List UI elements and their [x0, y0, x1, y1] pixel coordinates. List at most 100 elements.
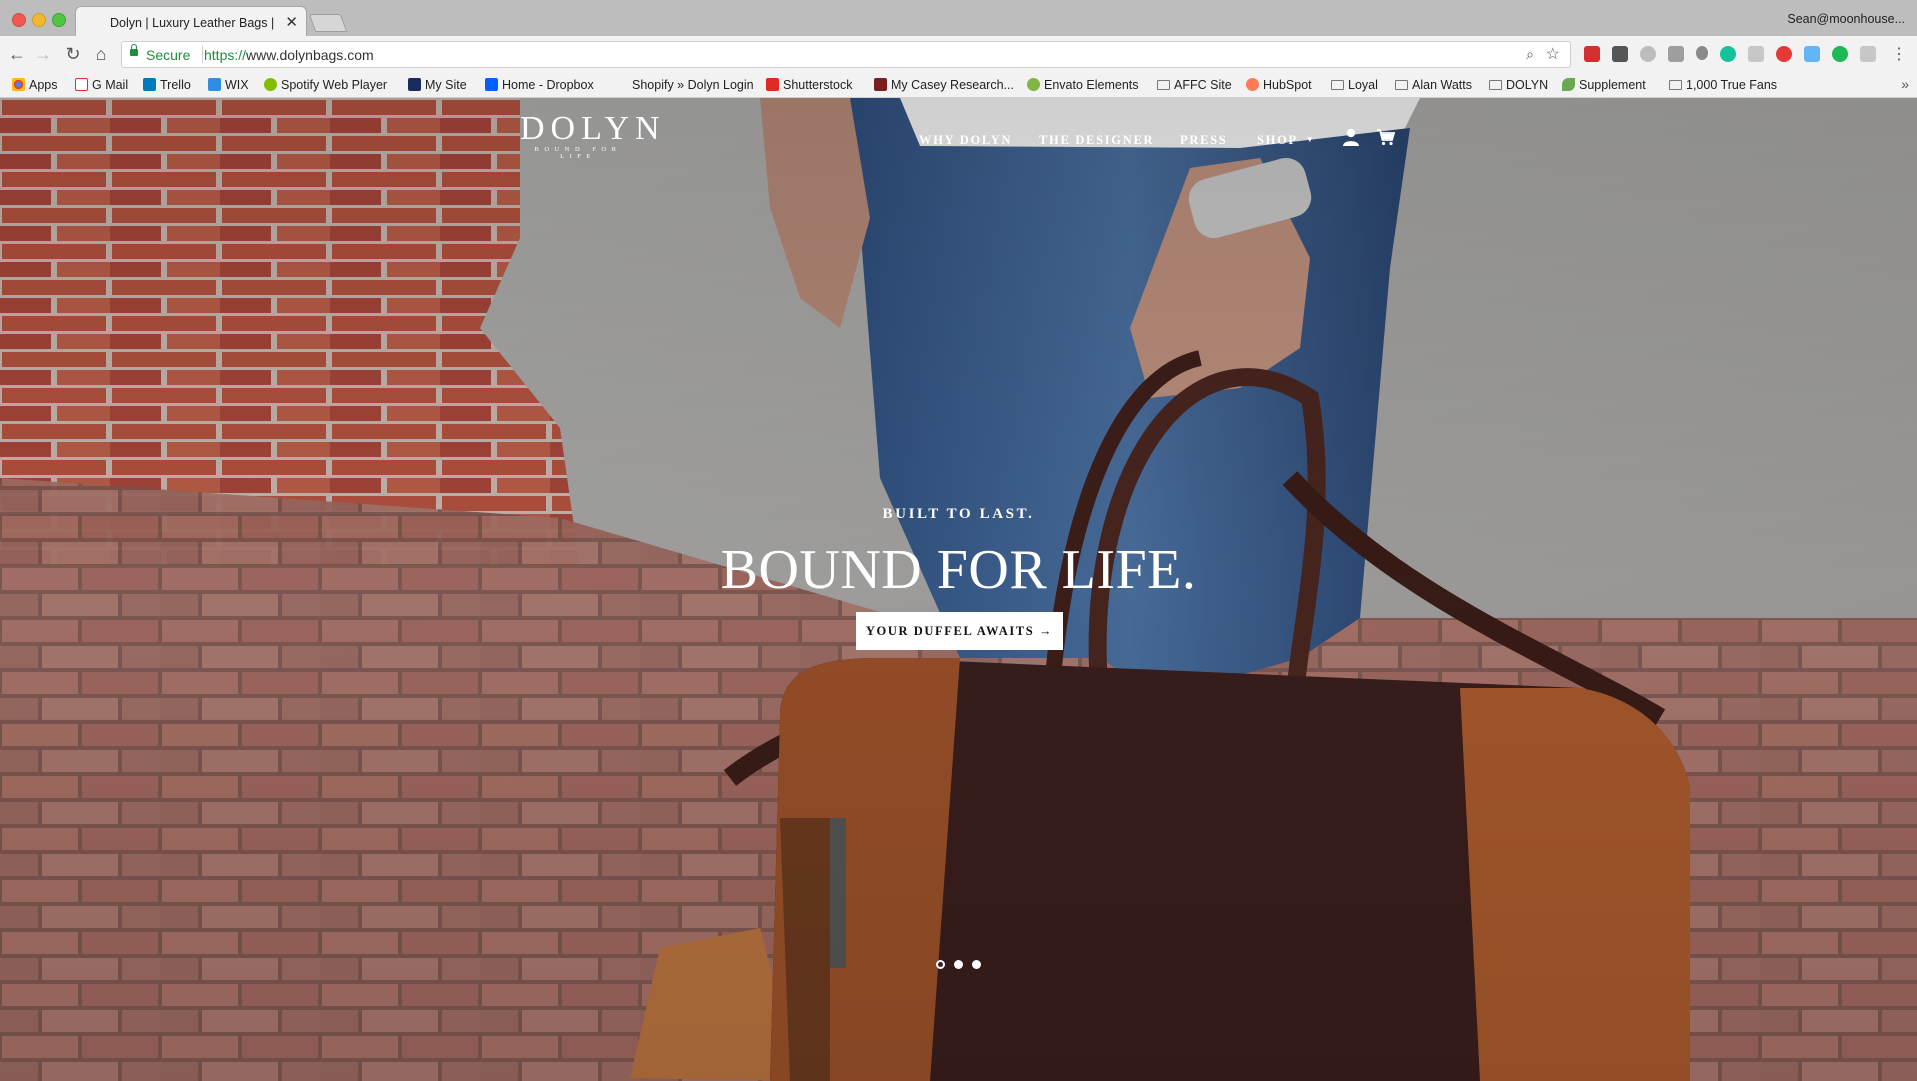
bookmark-label: Supplement [1579, 78, 1646, 92]
extension-green-icon[interactable] [1832, 46, 1848, 62]
bookmark-label: Home - Dropbox [502, 78, 594, 92]
folder-icon [1157, 80, 1170, 90]
trello-icon [143, 78, 156, 91]
shutterstock-icon [766, 78, 779, 91]
close-window-button[interactable] [12, 13, 26, 27]
folder-icon [1669, 80, 1682, 90]
bookmark-label: WIX [225, 78, 249, 92]
bookmark-label: HubSpot [1263, 78, 1312, 92]
browser-toolbar: ← → ↻ ⌂ Secure https://www.dolynbags.com… [0, 36, 1917, 75]
bookmarks-bar: Apps G Mail Trello WIX Spotify Web Playe… [0, 74, 1917, 98]
account-user-icon[interactable] [1341, 128, 1361, 146]
extension-r-icon[interactable] [1748, 46, 1764, 62]
nav-why-dolyn[interactable]: WHY DOLYN [919, 133, 1012, 148]
url-text[interactable]: https://www.dolynbags.com [204, 47, 374, 63]
url-scheme: https:// [204, 47, 247, 63]
reload-icon[interactable]: ↻ [62, 44, 84, 65]
shop-duffel-button[interactable]: YOUR DUFFEL AWAITS → [856, 612, 1063, 650]
bookmark-envato[interactable]: Envato Elements [1027, 78, 1139, 92]
bookmark-label: Loyal [1348, 78, 1378, 92]
bookmark-affc-site[interactable]: AFFC Site [1157, 78, 1232, 92]
extension-cloud-icon[interactable] [1640, 46, 1656, 62]
site-icon [408, 78, 421, 91]
tab-close-icon[interactable]: ✕ [285, 13, 298, 31]
new-tab-button[interactable] [308, 14, 348, 32]
apps-grid-icon [12, 78, 25, 91]
bookmark-trello[interactable]: Trello [143, 78, 191, 92]
slide-dot-1[interactable] [936, 960, 945, 969]
wix-icon [208, 78, 221, 91]
zoom-icon[interactable]: ⌕ [1526, 46, 1534, 63]
bookmark-label: Trello [160, 78, 191, 92]
browser-tab-bar: Dolyn | Luxury Leather Bags | ✕ Sean@moo… [0, 0, 1917, 36]
grammarly-icon[interactable] [1720, 46, 1736, 62]
address-bar[interactable]: Secure https://www.dolynbags.com ⌕ ☆ [121, 41, 1571, 68]
bookmark-casey-research[interactable]: My Casey Research... [874, 78, 1014, 92]
url-host: www.dolynbags.com [246, 47, 374, 63]
extension-camera-icon[interactable] [1668, 46, 1684, 62]
slide-dot-3[interactable] [972, 960, 981, 969]
bookmark-dolyn[interactable]: DOLYN [1489, 78, 1548, 92]
bookmark-label: 1,000 True Fans [1686, 78, 1778, 92]
lock-icon [130, 44, 138, 56]
bookmark-gmail[interactable]: G Mail [75, 78, 128, 92]
back-arrow-icon[interactable]: ← [6, 44, 28, 65]
nav-shop[interactable]: SHOP ▼ [1257, 133, 1315, 148]
bookmark-dropbox[interactable]: Home - Dropbox [485, 78, 594, 92]
supplement-icon [1562, 78, 1575, 91]
bookmark-label: My Site [425, 78, 467, 92]
extension-film-icon[interactable] [1612, 46, 1628, 62]
extension-screen-icon[interactable] [1804, 46, 1820, 62]
bookmark-label: DOLYN [1506, 78, 1549, 92]
spotify-icon [264, 78, 277, 91]
adblock-icon[interactable] [1776, 46, 1792, 62]
bookmark-spotify[interactable]: Spotify Web Player [264, 78, 387, 92]
dropbox-icon [485, 78, 498, 91]
bookmark-loyal[interactable]: Loyal [1331, 78, 1378, 92]
extension-g-icon[interactable] [1860, 46, 1876, 62]
hubspot-icon [1246, 78, 1259, 91]
envato-icon [1027, 78, 1040, 91]
bookmark-label: Spotify Web Player [281, 78, 388, 92]
forward-arrow-icon[interactable]: → [32, 44, 54, 65]
extension-red-icon[interactable] [1584, 46, 1600, 62]
slide-dot-2[interactable] [954, 960, 963, 969]
home-icon[interactable]: ⌂ [90, 44, 112, 65]
bookmark-my-site[interactable]: My Site [408, 78, 467, 92]
profile-name[interactable]: Sean@moonhouse... [1787, 12, 1905, 26]
bookmark-label: Alan Watts [1412, 78, 1472, 92]
bookmark-supplement[interactable]: Supplement [1562, 78, 1646, 92]
bookmark-label: Shutterstock [783, 78, 853, 92]
bookmark-label: Apps [29, 78, 58, 92]
cart-icon[interactable] [1376, 128, 1396, 146]
brand-logo[interactable]: DOLYN BOUND FOR LIFE [520, 110, 660, 160]
folder-icon [1395, 80, 1408, 90]
bookmark-star-icon[interactable]: ☆ [1546, 44, 1560, 64]
bookmark-label: Envato Elements [1044, 78, 1139, 92]
nav-the-designer[interactable]: THE DESIGNER [1039, 133, 1154, 148]
browser-tab[interactable]: Dolyn | Luxury Leather Bags | ✕ [75, 6, 307, 36]
bookmark-label: Shopify » Dolyn Login [632, 78, 754, 92]
bookmark-wix[interactable]: WIX [208, 78, 249, 92]
nav-press[interactable]: PRESS [1180, 133, 1227, 148]
maximize-window-button[interactable] [52, 13, 66, 27]
casey-icon [874, 78, 887, 91]
secure-label: Secure [146, 47, 191, 63]
bookmark-apps[interactable]: Apps [12, 78, 58, 92]
minimize-window-button[interactable] [32, 13, 46, 27]
brand-tagline: BOUND FOR LIFE [534, 146, 622, 160]
bookmark-true-fans[interactable]: 1,000 True Fans [1669, 78, 1777, 92]
folder-icon [1331, 80, 1344, 90]
bookmark-shopify[interactable]: Shopify » Dolyn Login [632, 78, 754, 92]
bookmark-label: G Mail [92, 78, 129, 92]
bookmark-alan-watts[interactable]: Alan Watts [1395, 78, 1472, 92]
gmail-icon [75, 78, 88, 91]
bookmark-hubspot[interactable]: HubSpot [1246, 78, 1312, 92]
browser-menu-icon[interactable]: ⋮ [1891, 44, 1907, 64]
hero-eyebrow: BUILT TO LAST. [882, 506, 1035, 522]
bookmarks-overflow-icon[interactable]: » [1901, 76, 1909, 92]
bookmark-shutterstock[interactable]: Shutterstock [766, 78, 852, 92]
hero-headline: BOUND FOR LIFE. [720, 539, 1197, 601]
extension-bulb-icon[interactable] [1696, 46, 1708, 60]
chevron-down-icon: ▼ [1305, 135, 1316, 144]
